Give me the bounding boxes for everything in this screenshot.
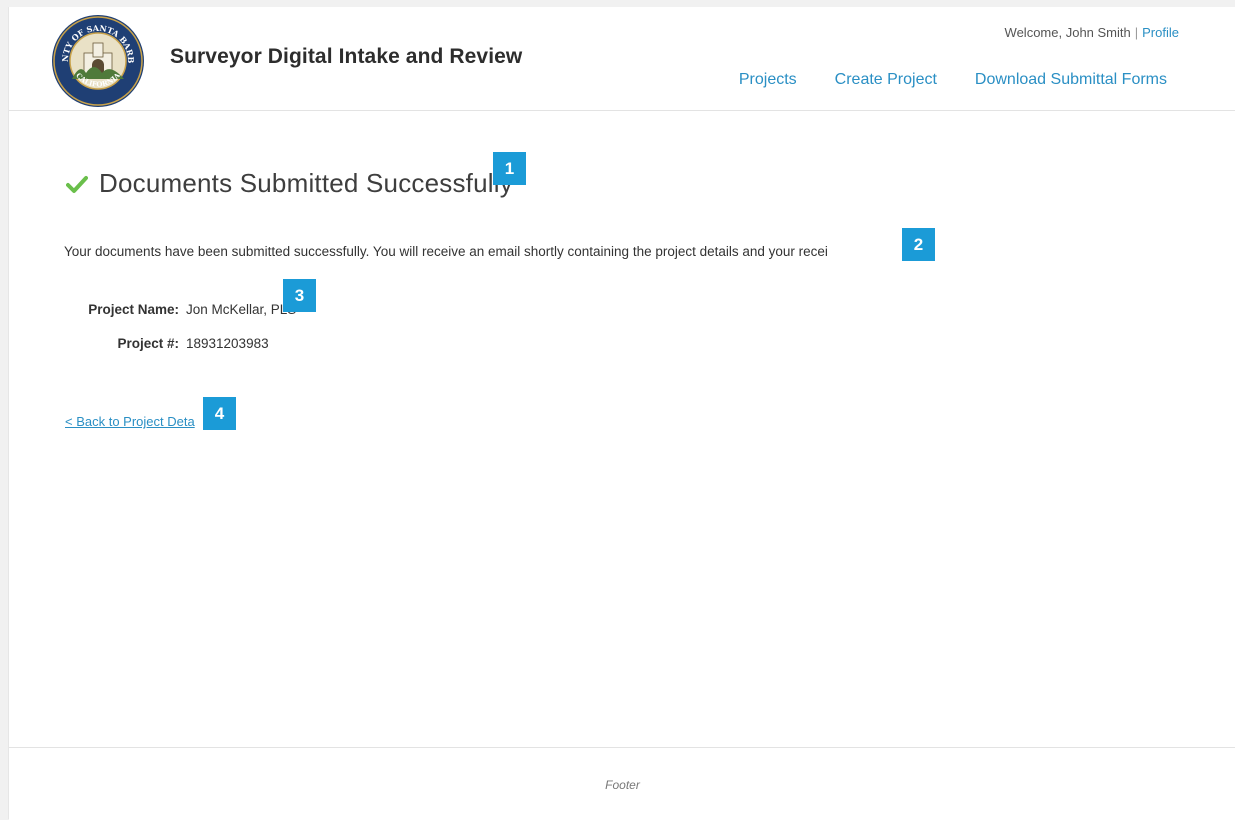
county-seal-logo[interactable]: COUNTY OF SANTA BARBARA CALIFORNIA — [50, 13, 146, 109]
profile-link[interactable]: Profile — [1142, 25, 1179, 40]
checkmark-icon — [66, 175, 88, 193]
success-heading-row: Documents Submitted Successfully — [66, 168, 513, 199]
detail-row-project-name: Project Name: Jon McKellar, PLS — [65, 302, 296, 336]
page-title: Documents Submitted Successfully — [99, 168, 513, 198]
project-number-label: Project #: — [117, 336, 179, 351]
site-header: COUNTY OF SANTA BARBARA CALIFORNIA Surve… — [9, 7, 1235, 111]
project-details: Project Name: Jon McKellar, PLS Project … — [65, 302, 296, 370]
nav-download-submittal-forms[interactable]: Download Submittal Forms — [975, 71, 1167, 89]
annotation-marker-1: 1 — [493, 152, 526, 185]
app-title: Surveyor Digital Intake and Review — [170, 45, 523, 68]
main-nav: Projects Create Project Download Submitt… — [739, 71, 1167, 89]
success-message: Your documents have been submitted succe… — [64, 244, 828, 259]
project-name-value: Jon McKellar, PLS — [186, 302, 297, 317]
footer-text: Footer — [605, 778, 640, 792]
page-frame: COUNTY OF SANTA BARBARA CALIFORNIA Surve… — [8, 7, 1235, 820]
welcome-text: Welcome, John Smith — [1004, 25, 1131, 40]
nav-create-project[interactable]: Create Project — [835, 71, 937, 89]
annotation-marker-4: 4 — [203, 397, 236, 430]
annotation-marker-3: 3 — [283, 279, 316, 312]
welcome-separator: | — [1134, 25, 1139, 40]
project-number-value: 18931203983 — [186, 336, 269, 351]
detail-row-project-number: Project #: 18931203983 — [65, 336, 296, 370]
project-name-label: Project Name: — [88, 302, 179, 317]
annotation-marker-2: 2 — [902, 228, 935, 261]
site-footer: Footer — [9, 747, 1235, 820]
back-to-project-details-link[interactable]: < Back to Project Deta — [65, 414, 195, 429]
nav-projects[interactable]: Projects — [739, 71, 797, 89]
user-welcome: Welcome, John Smith | Profile — [1005, 25, 1179, 40]
